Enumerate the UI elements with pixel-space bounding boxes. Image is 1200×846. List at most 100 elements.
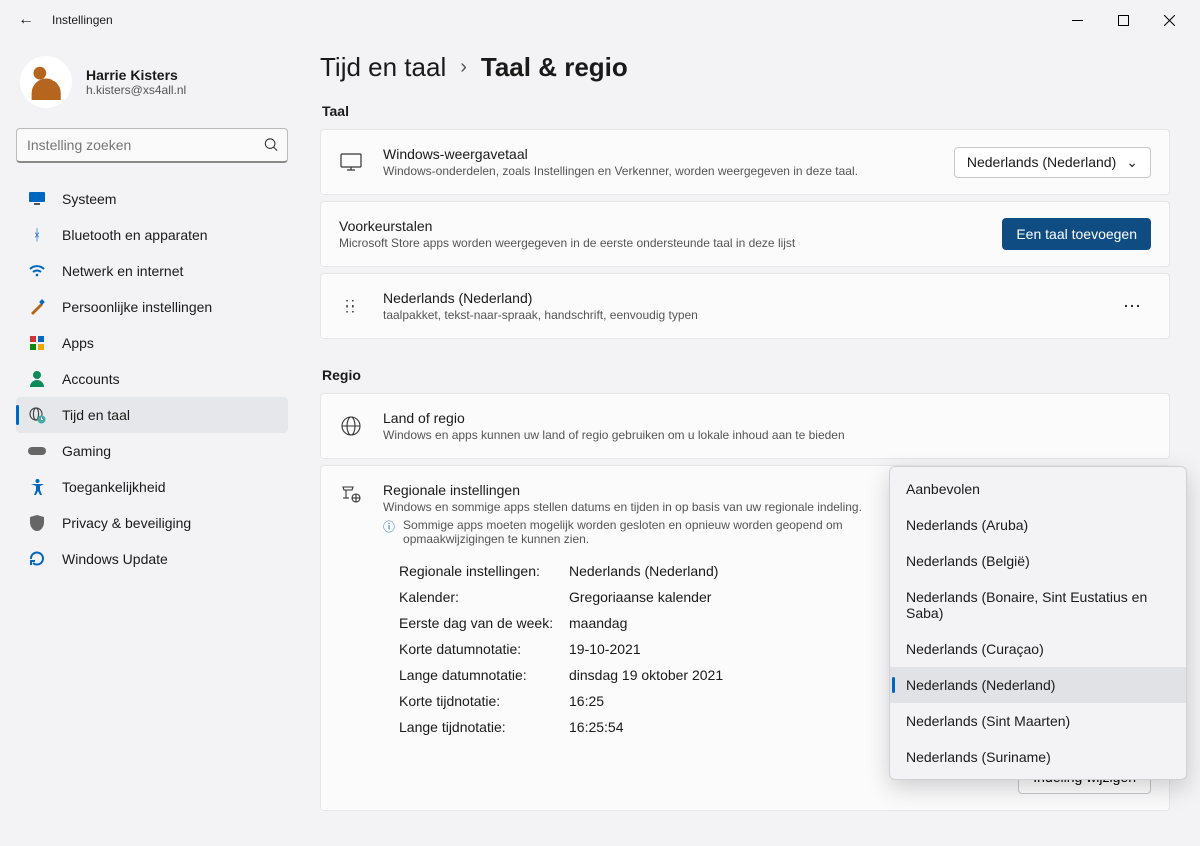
nav-item-brush[interactable]: Persoonlijke instellingen: [16, 289, 288, 325]
regional-format-option[interactable]: Nederlands (Curaçao): [890, 631, 1186, 667]
regional-format-option[interactable]: Nederlands (Bonaire, Sint Eustatius en S…: [890, 579, 1186, 631]
nav-item-gamepad[interactable]: Gaming: [16, 433, 288, 469]
nav-item-label: Accounts: [62, 371, 120, 387]
language-item[interactable]: ∷∷ Nederlands (Nederland) taalpakket, te…: [320, 273, 1170, 339]
add-language-button[interactable]: Een taal toevoegen: [1002, 218, 1151, 250]
nav-item-label: Systeem: [62, 191, 116, 207]
breadcrumb-parent[interactable]: Tijd en taal: [320, 52, 446, 83]
regional-detail-value: Nederlands (Nederland): [569, 563, 718, 579]
display-language-dropdown[interactable]: Nederlands (Nederland) ⌄: [954, 147, 1151, 178]
nav-item-label: Gaming: [62, 443, 111, 459]
more-options-button[interactable]: ⋯: [1115, 292, 1151, 321]
chevron-right-icon: ›: [460, 56, 467, 79]
regional-detail-key: Lange tijdnotatie:: [399, 719, 569, 735]
person-icon: [28, 370, 46, 388]
preferred-languages-desc: Microsoft Store apps worden weergegeven …: [339, 236, 982, 250]
nav-list: Systeem ᚼ Bluetooth en apparaten Netwerk en…: [16, 181, 288, 577]
drag-handle-icon[interactable]: ∷∷: [339, 300, 363, 312]
section-region-header: Regio: [322, 367, 1170, 383]
nav-item-label: Bluetooth en apparaten: [62, 227, 208, 243]
regional-detail-value: Gregoriaanse kalender: [569, 589, 711, 605]
breadcrumb: Tijd en taal › Taal & regio: [320, 52, 1170, 83]
nav-item-bluetooth[interactable]: ᚼ Bluetooth en apparaten: [16, 217, 288, 253]
chevron-down-icon: ⌄: [1126, 154, 1138, 171]
globe-clock-icon: [28, 406, 46, 424]
nav-item-label: Toegankelijkheid: [62, 479, 166, 495]
avatar: [20, 56, 72, 108]
country-title: Land of regio: [383, 410, 1151, 426]
info-icon: ⓘ: [383, 518, 395, 535]
close-button[interactable]: [1146, 4, 1192, 36]
regional-format-card: Regionale instellingen Windows en sommig…: [320, 465, 1170, 811]
window-title: Instellingen: [52, 13, 113, 27]
nav-item-label: Windows Update: [62, 551, 168, 567]
shield-icon: [28, 514, 46, 532]
titlebar: ← Instellingen: [0, 0, 1200, 40]
nav-item-globe-clock[interactable]: Tijd en taal: [16, 397, 288, 433]
regional-format-option[interactable]: Nederlands (Aruba): [890, 507, 1186, 543]
nav-item-accessibility[interactable]: Toegankelijkheid: [16, 469, 288, 505]
nav-item-label: Apps: [62, 335, 94, 351]
accessibility-icon: [28, 478, 46, 496]
regional-detail-value: 16:25:54: [569, 719, 624, 735]
wifi-icon: [28, 262, 46, 280]
language-item-name: Nederlands (Nederland): [383, 290, 1095, 306]
globe-icon: [339, 416, 363, 436]
nav-item-label: Netwerk en internet: [62, 263, 183, 279]
language-item-features: taalpakket, tekst-naar-spraak, handschri…: [383, 308, 1095, 322]
update-icon: [28, 550, 46, 568]
section-language-header: Taal: [322, 103, 1170, 119]
regional-detail-value: maandag: [569, 615, 627, 631]
nav-item-apps[interactable]: Apps: [16, 325, 288, 361]
regional-detail-key: Kalender:: [399, 589, 569, 605]
regional-format-option[interactable]: Aanbevolen: [890, 471, 1186, 507]
regional-format-option[interactable]: Nederlands (Sint Maarten): [890, 703, 1186, 739]
search-icon: [264, 137, 278, 154]
regional-format-popup: AanbevolenNederlands (Aruba)Nederlands (…: [889, 466, 1187, 780]
nav-item-label: Persoonlijke instellingen: [62, 299, 212, 315]
monitor-icon: [28, 190, 46, 208]
regional-detail-value: 19-10-2021: [569, 641, 641, 657]
region-format-icon: [339, 484, 363, 504]
regional-format-option[interactable]: Nederlands (Nederland): [890, 667, 1186, 703]
nav-item-label: Tijd en taal: [62, 407, 130, 423]
preferred-languages-title: Voorkeurstalen: [339, 218, 982, 234]
bluetooth-icon: ᚼ: [28, 226, 46, 244]
regional-info-text: Sommige apps moeten mogelijk worden gesl…: [403, 518, 873, 546]
nav-item-shield[interactable]: Privacy & beveiliging: [16, 505, 288, 541]
regional-detail-key: Lange datumnotatie:: [399, 667, 569, 683]
main-content: Tijd en taal › Taal & regio Taal Windows…: [300, 40, 1200, 846]
window-controls: [1054, 4, 1192, 36]
regional-detail-value: 16:25: [569, 693, 604, 709]
maximize-button[interactable]: [1100, 4, 1146, 36]
display-language-title: Windows-weergavetaal: [383, 146, 934, 162]
profile-name: Harrie Kisters: [86, 67, 186, 83]
minimize-button[interactable]: [1054, 4, 1100, 36]
nav-item-person[interactable]: Accounts: [16, 361, 288, 397]
profile-email: h.kisters@xs4all.nl: [86, 83, 186, 97]
profile[interactable]: Harrie Kisters h.kisters@xs4all.nl: [16, 50, 288, 128]
display-language-desc: Windows-onderdelen, zoals Instellingen e…: [383, 164, 934, 178]
regional-format-option[interactable]: Nederlands (België): [890, 543, 1186, 579]
search-box[interactable]: [16, 128, 288, 163]
back-button[interactable]: ←: [8, 11, 44, 29]
nav-item-wifi[interactable]: Netwerk en internet: [16, 253, 288, 289]
brush-icon: [28, 298, 46, 316]
gamepad-icon: [28, 442, 46, 460]
apps-icon: [28, 334, 46, 352]
display-language-card: Windows-weergavetaal Windows-onderdelen,…: [320, 129, 1170, 195]
regional-detail-key: Korte datumnotatie:: [399, 641, 569, 657]
preferred-languages-card: Voorkeurstalen Microsoft Store apps word…: [320, 201, 1170, 267]
regional-detail-value: dinsdag 19 oktober 2021: [569, 667, 723, 683]
sidebar: Harrie Kisters h.kisters@xs4all.nl Syste…: [0, 40, 300, 846]
breadcrumb-current: Taal & regio: [481, 52, 628, 83]
regional-detail-key: Eerste dag van de week:: [399, 615, 569, 631]
nav-item-monitor[interactable]: Systeem: [16, 181, 288, 217]
nav-item-update[interactable]: Windows Update: [16, 541, 288, 577]
country-region-card[interactable]: Land of regio Windows en apps kunnen uw …: [320, 393, 1170, 459]
regional-format-option[interactable]: Nederlands (Suriname): [890, 739, 1186, 775]
nav-item-label: Privacy & beveiliging: [62, 515, 191, 531]
regional-detail-key: Korte tijdnotatie:: [399, 693, 569, 709]
country-desc: Windows en apps kunnen uw land of regio …: [383, 428, 1151, 442]
search-input[interactable]: [16, 128, 288, 163]
